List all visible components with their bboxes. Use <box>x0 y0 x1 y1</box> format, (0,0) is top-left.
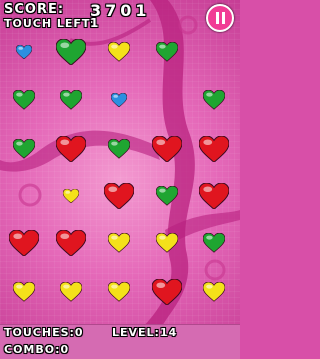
yellow-heart[interactable] <box>108 42 130 62</box>
green-heart[interactable] <box>203 90 225 110</box>
green-heart[interactable] <box>56 38 86 66</box>
red-heart[interactable] <box>152 135 182 163</box>
yellow-heart[interactable] <box>108 233 130 253</box>
green-heart[interactable] <box>156 42 178 62</box>
blue-heart[interactable] <box>16 45 32 59</box>
combo-counter: COMBO:0 <box>4 343 70 356</box>
touch-left-label: TOUCH LEFT: <box>4 17 96 30</box>
red-heart[interactable] <box>104 182 134 210</box>
red-heart[interactable] <box>9 229 39 257</box>
red-heart[interactable] <box>56 229 86 257</box>
green-heart[interactable] <box>60 90 82 110</box>
green-heart[interactable] <box>13 139 35 159</box>
level-indicator: LEVEL:14 <box>112 326 178 339</box>
green-heart[interactable] <box>108 139 130 159</box>
yellow-heart[interactable] <box>63 189 79 203</box>
touches-counter: TOUCHES:0 <box>4 326 84 339</box>
red-heart[interactable] <box>199 182 229 210</box>
yellow-heart[interactable] <box>156 233 178 253</box>
pause-button[interactable] <box>206 4 234 32</box>
yellow-heart[interactable] <box>60 282 82 302</box>
green-heart[interactable] <box>203 233 225 253</box>
green-heart[interactable] <box>156 186 178 206</box>
red-heart[interactable] <box>56 135 86 163</box>
touch-left-value: 1 <box>90 16 100 30</box>
yellow-heart[interactable] <box>108 282 130 302</box>
yellow-heart[interactable] <box>13 282 35 302</box>
blue-heart[interactable] <box>111 93 127 107</box>
green-heart[interactable] <box>13 90 35 110</box>
red-heart[interactable] <box>152 278 182 306</box>
yellow-heart[interactable] <box>203 282 225 302</box>
red-heart[interactable] <box>199 135 229 163</box>
score-label: SCORE: <box>4 2 65 17</box>
